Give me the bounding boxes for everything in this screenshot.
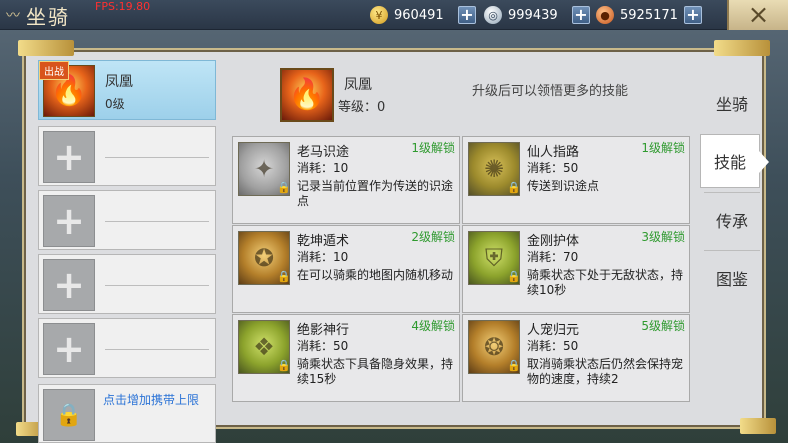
skill-name: 老马识途	[297, 145, 350, 160]
corner-ornament-icon	[714, 40, 770, 56]
skill-card[interactable]: ✦ 🔒 老马识途 1级解锁 消耗：10 记录当前位置作为传送的识途点	[232, 136, 460, 224]
mount-list: 🔥 出战 凤凰 0级 + + + + 🔒 点击增加携带上限	[38, 60, 216, 443]
mount-slot-empty[interactable]: +	[38, 126, 216, 186]
copper-value: 5925171	[620, 7, 678, 23]
side-tabs: 坐骑 技能 传承 图鉴	[700, 76, 769, 336]
currency-gold: ¥ 960491 +	[370, 4, 476, 26]
lock-icon: 🔒	[277, 359, 291, 372]
mount-slot-selected[interactable]: 🔥 出战 凤凰 0级	[38, 60, 216, 120]
wing-ornament-icon: 〰	[6, 8, 20, 24]
corner-ornament-icon	[740, 418, 776, 434]
mount-slot-empty[interactable]: +	[38, 318, 216, 378]
skill-card[interactable]: ❖ 🔒 绝影神行 4级解锁 消耗：50 骑乘状态下具备隐身效果，持续15秒	[232, 314, 460, 402]
tab-label: 坐骑	[715, 95, 748, 114]
skill-cost: 消耗：10	[297, 250, 349, 264]
skill-name: 金刚护体	[527, 234, 580, 249]
skill-name: 仙人指路	[527, 145, 580, 160]
mount-name: 凤凰	[105, 74, 133, 90]
close-icon: ×	[747, 0, 770, 30]
divider	[105, 285, 209, 286]
add-gold-button[interactable]: +	[458, 6, 476, 24]
skill-name: 人宠归元	[527, 323, 580, 338]
skill-card[interactable]: ✺ 🔒 仙人指路 1级解锁 消耗：50 传送到识途点	[462, 136, 690, 224]
copper-coin-icon: ●	[596, 6, 614, 24]
active-tab-arrow-icon	[759, 151, 769, 173]
corner-ornament-icon	[18, 40, 74, 56]
mount-level: 0级	[105, 97, 125, 111]
currency-copper: ● 5925171 +	[596, 4, 702, 26]
skill-card[interactable]: ❂ 🔒 人宠归元 5级解锁 消耗：50 取消骑乘状态后仍然会保持宠物的速度，持续…	[462, 314, 690, 402]
skill-description: 骑乘状态下处于无敌状态，持续10秒	[527, 268, 684, 297]
skill-cost: 消耗：50	[527, 161, 579, 175]
tab-label: 图鉴	[715, 269, 748, 289]
skill-name: 绝影神行	[297, 323, 350, 338]
divider	[105, 221, 209, 222]
skill-description: 取消骑乘状态后仍然会保持宠物的速度，持续2	[527, 357, 684, 386]
mount-slot-empty[interactable]: +	[38, 254, 216, 314]
lock-icon: 🔒	[507, 270, 521, 283]
divider	[105, 349, 209, 350]
skill-unlock-level: 5级解锁	[641, 319, 685, 333]
lock-icon: 🔒	[507, 181, 521, 194]
gold-ingot-icon: ¥	[370, 6, 388, 24]
fps-counter: FPS:19.80	[95, 0, 151, 13]
expand-capacity-link[interactable]: 点击增加携带上限	[103, 391, 199, 408]
silver-coin-icon: ◎	[484, 6, 502, 24]
skill-name: 乾坤遁术	[297, 234, 350, 249]
skill-description: 记录当前位置作为传送的识途点	[297, 179, 454, 208]
detail-mount-name: 凤凰	[344, 77, 372, 93]
skill-description: 在可以骑乘的地图内随机移动	[297, 268, 454, 282]
tab-skills[interactable]: 技能	[700, 134, 769, 188]
tab-label: 技能	[713, 153, 746, 172]
skill-description: 传送到识途点	[527, 179, 600, 193]
top-bar: 〰 坐骑 FPS:19.80 ¥ 960491 + ◎ 999439 + ● 5…	[0, 0, 788, 30]
tab-collection[interactable]: 图鉴	[704, 250, 760, 304]
lock-icon: 🔒	[507, 359, 521, 372]
phoenix-icon: 🔥	[280, 68, 334, 122]
close-button[interactable]: ×	[727, 0, 788, 30]
silver-value: 999439	[508, 7, 558, 23]
gold-value: 960491	[394, 7, 444, 23]
tab-inherit[interactable]: 传承	[704, 192, 760, 246]
skill-unlock-level: 1级解锁	[641, 141, 685, 155]
tab-label: 传承	[715, 211, 748, 231]
currency-silver: ◎ 999439 +	[484, 4, 590, 26]
lock-icon: 🔒	[43, 389, 95, 441]
detail-mount-level: 等级：0	[338, 100, 386, 115]
add-slot-icon: +	[43, 195, 95, 247]
skill-card[interactable]: ✪ 🔒 乾坤遁术 2级解锁 消耗：10 在可以骑乘的地图内随机移动	[232, 225, 460, 313]
divider	[105, 157, 209, 158]
skill-description: 骑乘状态下具备隐身效果，持续15秒	[297, 357, 454, 386]
upgrade-hint: 升级后可以领悟更多的技能	[472, 84, 629, 99]
skill-unlock-level: 4级解锁	[411, 319, 455, 333]
mount-detail-header: 🔥 凤凰 等级：0 升级后可以领悟更多的技能	[280, 68, 700, 122]
mount-slot-locked[interactable]: 🔒 点击增加携带上限	[38, 384, 216, 443]
skill-card[interactable]: ⛨ 🔒 金刚护体 3级解锁 消耗：70 骑乘状态下处于无敌状态，持续10秒	[462, 225, 690, 313]
skill-cost: 消耗：50	[527, 339, 579, 353]
add-slot-icon: +	[43, 323, 95, 375]
add-copper-button[interactable]: +	[684, 6, 702, 24]
skill-unlock-level: 3级解锁	[641, 230, 685, 244]
title-group: 〰 坐骑	[6, 2, 70, 29]
add-slot-icon: +	[43, 259, 95, 311]
page-title: 坐骑	[26, 4, 70, 29]
skill-unlock-level: 1级解锁	[411, 141, 455, 155]
tab-mount[interactable]: 坐骑	[704, 76, 760, 130]
skill-cost: 消耗：70	[527, 250, 579, 264]
mount-slot-empty[interactable]: +	[38, 190, 216, 250]
lock-icon: 🔒	[277, 270, 291, 283]
deployed-badge: 出战	[39, 61, 69, 80]
lock-icon: 🔒	[277, 181, 291, 194]
skill-cost: 消耗：50	[297, 339, 349, 353]
skill-cost: 消耗：10	[297, 161, 349, 175]
skill-grid: ✦ 🔒 老马识途 1级解锁 消耗：10 记录当前位置作为传送的识途点 ✺ 🔒 仙…	[232, 136, 690, 402]
skill-unlock-level: 2级解锁	[411, 230, 455, 244]
add-slot-icon: +	[43, 131, 95, 183]
add-silver-button[interactable]: +	[572, 6, 590, 24]
